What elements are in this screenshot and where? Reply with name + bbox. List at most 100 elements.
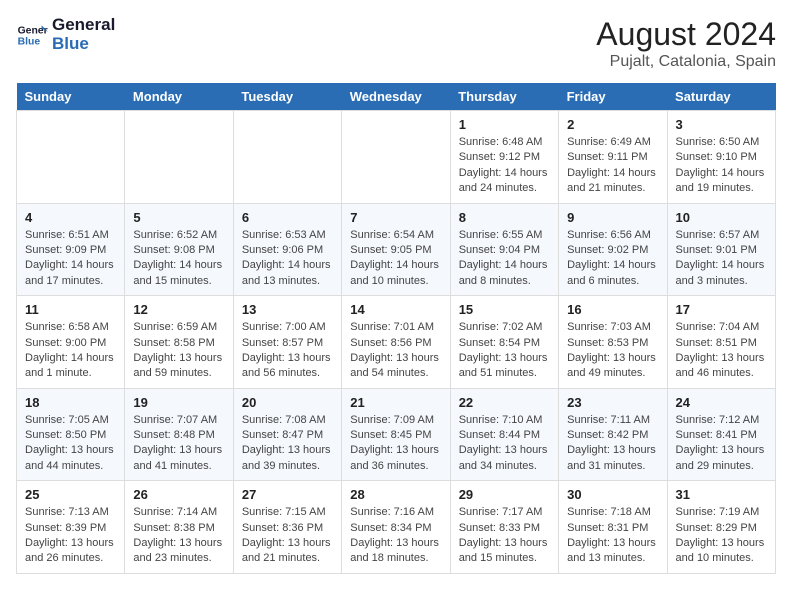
calendar-day: 29 Sunrise: 7:17 AM Sunset: 8:33 PM Dayli… — [450, 481, 558, 574]
day-detail: Sunrise: 6:51 AM Sunset: 9:09 PM Dayligh… — [25, 228, 116, 290]
calendar-week: 4 Sunrise: 6:51 AM Sunset: 9:09 PM Daylig… — [17, 203, 776, 296]
day-number: 26 — [133, 487, 224, 502]
weekday-header: Monday — [125, 83, 233, 111]
day-number: 29 — [459, 487, 550, 502]
day-detail: Sunrise: 7:13 AM Sunset: 8:39 PM Dayligh… — [25, 505, 116, 567]
calendar-day: 8 Sunrise: 6:55 AM Sunset: 9:04 PM Daylig… — [450, 203, 558, 296]
day-number: 14 — [350, 302, 441, 317]
day-detail: Sunrise: 7:09 AM Sunset: 8:45 PM Dayligh… — [350, 413, 441, 475]
calendar-day — [125, 111, 233, 204]
calendar-day: 25 Sunrise: 7:13 AM Sunset: 8:39 PM Dayli… — [17, 481, 125, 574]
day-number: 28 — [350, 487, 441, 502]
day-detail: Sunrise: 7:18 AM Sunset: 8:31 PM Dayligh… — [567, 505, 658, 567]
day-number: 13 — [242, 302, 333, 317]
day-detail: Sunrise: 6:53 AM Sunset: 9:06 PM Dayligh… — [242, 228, 333, 290]
calendar-week: 1Sunrise: 6:48 AM Sunset: 9:12 PM Daylig… — [17, 111, 776, 204]
calendar-day — [342, 111, 450, 204]
day-number: 12 — [133, 302, 224, 317]
day-detail: Sunrise: 6:48 AM Sunset: 9:12 PM Dayligh… — [459, 135, 550, 197]
calendar-header: SundayMondayTuesdayWednesdayThursdayFrid… — [17, 83, 776, 111]
calendar-day: 24 Sunrise: 7:12 AM Sunset: 8:41 PM Dayli… — [667, 388, 775, 481]
svg-text:Blue: Blue — [18, 36, 41, 47]
weekday-header: Tuesday — [233, 83, 341, 111]
calendar-day: 30Sunrise: 7:18 AM Sunset: 8:31 PM Dayli… — [559, 481, 667, 574]
day-detail: Sunrise: 7:10 AM Sunset: 8:44 PM Dayligh… — [459, 413, 550, 475]
day-detail: Sunrise: 7:17 AM Sunset: 8:33 PM Dayligh… — [459, 505, 550, 567]
day-number: 5 — [133, 210, 224, 225]
calendar-day: 14Sunrise: 7:01 AM Sunset: 8:56 PM Dayli… — [342, 296, 450, 389]
day-number: 19 — [133, 395, 224, 410]
weekday-header: Friday — [559, 83, 667, 111]
day-detail: Sunrise: 6:49 AM Sunset: 9:11 PM Dayligh… — [567, 135, 658, 197]
weekday-header: Saturday — [667, 83, 775, 111]
day-number: 10 — [676, 210, 767, 225]
calendar-week: 11Sunrise: 6:58 AM Sunset: 9:00 PM Dayli… — [17, 296, 776, 389]
calendar-day: 9Sunrise: 6:56 AM Sunset: 9:02 PM Daylig… — [559, 203, 667, 296]
calendar-day: 6 Sunrise: 6:53 AM Sunset: 9:06 PM Daylig… — [233, 203, 341, 296]
day-detail: Sunrise: 6:50 AM Sunset: 9:10 PM Dayligh… — [676, 135, 767, 197]
day-number: 27 — [242, 487, 333, 502]
calendar-week: 25 Sunrise: 7:13 AM Sunset: 8:39 PM Dayli… — [17, 481, 776, 574]
calendar-day: 1Sunrise: 6:48 AM Sunset: 9:12 PM Daylig… — [450, 111, 558, 204]
day-number: 31 — [676, 487, 767, 502]
calendar-body: 1Sunrise: 6:48 AM Sunset: 9:12 PM Daylig… — [17, 111, 776, 574]
logo-line1: General — [52, 16, 115, 35]
day-number: 20 — [242, 395, 333, 410]
day-number: 6 — [242, 210, 333, 225]
calendar-day: 11Sunrise: 6:58 AM Sunset: 9:00 PM Dayli… — [17, 296, 125, 389]
calendar-day: 28 Sunrise: 7:16 AM Sunset: 8:34 PM Dayli… — [342, 481, 450, 574]
day-number: 4 — [25, 210, 116, 225]
weekday-header: Wednesday — [342, 83, 450, 111]
page-subtitle: Pujalt, Catalonia, Spain — [596, 53, 776, 71]
calendar-day: 19 Sunrise: 7:07 AM Sunset: 8:48 PM Dayli… — [125, 388, 233, 481]
page-header: General Blue General Blue August 2024 Pu… — [16, 16, 776, 71]
day-detail: Sunrise: 7:07 AM Sunset: 8:48 PM Dayligh… — [133, 413, 224, 475]
calendar-day: 2 Sunrise: 6:49 AM Sunset: 9:11 PM Daylig… — [559, 111, 667, 204]
calendar-day: 12 Sunrise: 6:59 AM Sunset: 8:58 PM Dayli… — [125, 296, 233, 389]
calendar-day: 18Sunrise: 7:05 AM Sunset: 8:50 PM Dayli… — [17, 388, 125, 481]
day-detail: Sunrise: 7:04 AM Sunset: 8:51 PM Dayligh… — [676, 320, 767, 382]
day-detail: Sunrise: 6:54 AM Sunset: 9:05 PM Dayligh… — [350, 228, 441, 290]
calendar-week: 18Sunrise: 7:05 AM Sunset: 8:50 PM Dayli… — [17, 388, 776, 481]
day-detail: Sunrise: 6:55 AM Sunset: 9:04 PM Dayligh… — [459, 228, 550, 290]
day-detail: Sunrise: 7:14 AM Sunset: 8:38 PM Dayligh… — [133, 505, 224, 567]
logo: General Blue General Blue — [16, 16, 115, 53]
calendar-day: 20 Sunrise: 7:08 AM Sunset: 8:47 PM Dayli… — [233, 388, 341, 481]
calendar-day: 3Sunrise: 6:50 AM Sunset: 9:10 PM Daylig… — [667, 111, 775, 204]
day-detail: Sunrise: 7:19 AM Sunset: 8:29 PM Dayligh… — [676, 505, 767, 567]
day-detail: Sunrise: 6:57 AM Sunset: 9:01 PM Dayligh… — [676, 228, 767, 290]
calendar-day: 17 Sunrise: 7:04 AM Sunset: 8:51 PM Dayli… — [667, 296, 775, 389]
day-detail: Sunrise: 7:12 AM Sunset: 8:41 PM Dayligh… — [676, 413, 767, 475]
day-number: 8 — [459, 210, 550, 225]
calendar-day: 26 Sunrise: 7:14 AM Sunset: 8:38 PM Dayli… — [125, 481, 233, 574]
day-number: 9 — [567, 210, 658, 225]
day-number: 16 — [567, 302, 658, 317]
day-number: 25 — [25, 487, 116, 502]
day-detail: Sunrise: 7:03 AM Sunset: 8:53 PM Dayligh… — [567, 320, 658, 382]
day-number: 24 — [676, 395, 767, 410]
svg-text:General: General — [18, 25, 48, 36]
day-detail: Sunrise: 7:15 AM Sunset: 8:36 PM Dayligh… — [242, 505, 333, 567]
weekday-header: Sunday — [17, 83, 125, 111]
calendar-day: 5 Sunrise: 6:52 AM Sunset: 9:08 PM Daylig… — [125, 203, 233, 296]
day-number: 21 — [350, 395, 441, 410]
day-number: 15 — [459, 302, 550, 317]
logo-line2: Blue — [52, 35, 115, 54]
day-number: 11 — [25, 302, 116, 317]
calendar-day: 15 Sunrise: 7:02 AM Sunset: 8:54 PM Dayli… — [450, 296, 558, 389]
calendar-day: 21 Sunrise: 7:09 AM Sunset: 8:45 PM Dayli… — [342, 388, 450, 481]
day-detail: Sunrise: 7:08 AM Sunset: 8:47 PM Dayligh… — [242, 413, 333, 475]
calendar-day: 31 Sunrise: 7:19 AM Sunset: 8:29 PM Dayli… — [667, 481, 775, 574]
calendar-day — [17, 111, 125, 204]
day-detail: Sunrise: 7:02 AM Sunset: 8:54 PM Dayligh… — [459, 320, 550, 382]
day-number: 17 — [676, 302, 767, 317]
day-detail: Sunrise: 7:16 AM Sunset: 8:34 PM Dayligh… — [350, 505, 441, 567]
day-number: 2 — [567, 117, 658, 132]
logo-icon: General Blue — [16, 19, 48, 51]
day-detail: Sunrise: 6:52 AM Sunset: 9:08 PM Dayligh… — [133, 228, 224, 290]
weekday-header: Thursday — [450, 83, 558, 111]
calendar-day: 16 Sunrise: 7:03 AM Sunset: 8:53 PM Dayli… — [559, 296, 667, 389]
day-detail: Sunrise: 7:00 AM Sunset: 8:57 PM Dayligh… — [242, 320, 333, 382]
calendar-day: 23Sunrise: 7:11 AM Sunset: 8:42 PM Dayli… — [559, 388, 667, 481]
day-detail: Sunrise: 6:59 AM Sunset: 8:58 PM Dayligh… — [133, 320, 224, 382]
